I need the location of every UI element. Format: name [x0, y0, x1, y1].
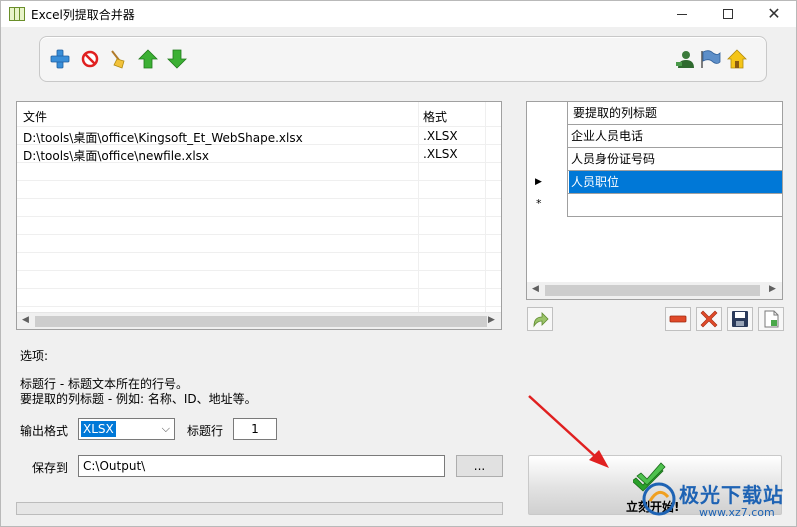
- arrow-down-icon: [167, 49, 187, 69]
- scrollbar-thumb[interactable]: [545, 285, 760, 296]
- help-text-column-titles: 要提取的列标题 - 例如: 名称、ID、地址等。: [20, 392, 257, 406]
- output-format-label: 输出格式: [20, 424, 69, 438]
- grid-row-selected[interactable]: ▶ 人员职位: [527, 171, 782, 194]
- close-icon: ✕: [767, 4, 781, 23]
- grid-row[interactable]: 人员身份证号码: [527, 148, 782, 171]
- home-button[interactable]: [726, 48, 748, 70]
- move-up-button[interactable]: [137, 48, 159, 70]
- progress-bar: [16, 502, 503, 515]
- home-icon: [727, 49, 747, 69]
- output-format-value: XLSX: [81, 421, 116, 437]
- watermark-logo-icon: [642, 482, 676, 516]
- scrollbar-thumb[interactable]: [35, 316, 487, 327]
- move-down-button[interactable]: [166, 48, 188, 70]
- close-button[interactable]: ✕: [751, 1, 797, 27]
- grid-column-header[interactable]: 要提取的列标题: [569, 102, 782, 124]
- save-list-button[interactable]: [727, 307, 753, 331]
- column-header-file[interactable]: 文件: [23, 108, 47, 125]
- redo-arrow-icon: [533, 312, 549, 328]
- output-format-select[interactable]: XLSX ⌵: [78, 418, 175, 440]
- empty-row: [17, 271, 501, 289]
- floppy-disk-icon: [732, 311, 748, 327]
- grid-horizontal-scrollbar[interactable]: ◀ ▶: [527, 282, 782, 299]
- title-bar: Excel列提取合并器 ✕: [1, 1, 796, 27]
- row-header[interactable]: ▶: [527, 171, 568, 194]
- save-to-label: 保存到: [32, 461, 69, 475]
- clear-list-button[interactable]: [107, 48, 129, 70]
- row-header[interactable]: [527, 125, 568, 148]
- empty-row: [17, 289, 501, 307]
- file-path-cell: D:\tools\桌面\office\Kingsoft_Et_WebShape.…: [23, 131, 303, 145]
- output-path-input[interactable]: C:\Output\: [78, 455, 445, 477]
- flag-icon: [701, 50, 721, 68]
- file-list-table[interactable]: 文件 格式 D:\tools\桌面\office\Kingsoft_Et_Web…: [16, 101, 502, 330]
- grid-new-row[interactable]: *: [527, 194, 782, 217]
- chevron-down-icon: ⌵: [161, 422, 170, 435]
- scroll-left-icon[interactable]: ◀: [532, 284, 539, 294]
- header-row-input[interactable]: 1: [233, 418, 277, 440]
- broom-icon: [111, 50, 125, 69]
- table-row[interactable]: D:\tools\桌面\office\Kingsoft_Et_WebShape.…: [17, 127, 501, 145]
- window-title: Excel列提取合并器: [31, 7, 135, 22]
- file-format-cell: .XLSX: [423, 147, 458, 161]
- minimize-button[interactable]: [659, 1, 705, 27]
- column-titles-grid[interactable]: 要提取的列标题 企业人员电话 人员身份证号码 ▶ 人员职位 * ◀ ▶: [526, 101, 783, 300]
- column-header-format[interactable]: 格式: [423, 108, 447, 125]
- current-row-icon: ▶: [535, 177, 542, 187]
- empty-row: [17, 199, 501, 217]
- remove-row-button[interactable]: [665, 307, 691, 331]
- scroll-left-icon[interactable]: ◀: [22, 315, 29, 325]
- browse-button[interactable]: ...: [456, 455, 503, 477]
- load-list-button[interactable]: [758, 307, 784, 331]
- watermark: 极光下载站 www.xz7.com: [641, 479, 791, 523]
- no-entry-icon: [81, 50, 99, 68]
- file-path-cell: D:\tools\桌面\office\newfile.xlsx: [23, 149, 210, 163]
- table-row[interactable]: D:\tools\桌面\office\newfile.xlsx .XLSX: [17, 145, 501, 163]
- user-icon: [676, 51, 694, 68]
- grid-cell[interactable]: 人员职位: [569, 171, 782, 193]
- empty-row: [17, 217, 501, 235]
- watermark-url: www.xz7.com: [699, 506, 775, 519]
- grid-cell-empty[interactable]: [569, 194, 782, 216]
- empty-row: [17, 163, 501, 181]
- row-header[interactable]: [527, 148, 568, 171]
- delete-all-button[interactable]: [696, 307, 722, 331]
- flag-button[interactable]: [699, 48, 721, 70]
- user-button[interactable]: [674, 48, 696, 70]
- scroll-right-icon[interactable]: ▶: [769, 284, 776, 294]
- grid-row[interactable]: 企业人员电话: [527, 125, 782, 148]
- maximize-icon: [723, 9, 733, 19]
- grid-cell[interactable]: 人员身份证号码: [569, 148, 782, 170]
- watermark-text: 极光下载站: [679, 483, 784, 507]
- row-header[interactable]: *: [527, 194, 568, 217]
- app-grid-icon: [9, 7, 25, 21]
- empty-row: [17, 181, 501, 199]
- app-window: Excel列提取合并器 ✕ 文件 格式 D:\tools\桌面\office\K…: [0, 0, 797, 527]
- options-title: 选项:: [20, 349, 49, 363]
- remove-file-button[interactable]: [79, 48, 101, 70]
- header-row-label: 标题行: [187, 424, 224, 438]
- document-icon: [764, 310, 779, 328]
- empty-row: [17, 235, 501, 253]
- new-row-icon: *: [536, 197, 542, 210]
- minimize-icon: [677, 13, 687, 15]
- add-file-button[interactable]: [49, 48, 71, 70]
- table-header-row: 文件 格式: [17, 102, 501, 127]
- horizontal-scrollbar[interactable]: ◀ ▶: [17, 312, 501, 329]
- arrow-up-icon: [138, 49, 158, 69]
- import-button[interactable]: [527, 307, 553, 331]
- minus-icon: [669, 315, 687, 323]
- row-header-corner: [527, 102, 568, 125]
- scroll-right-icon[interactable]: ▶: [488, 315, 495, 325]
- pointer-arrow-icon: [528, 395, 609, 468]
- file-format-cell: .XLSX: [423, 129, 458, 143]
- plus-icon: [50, 49, 70, 69]
- grid-cell[interactable]: 企业人员电话: [569, 125, 782, 147]
- x-icon: [700, 310, 718, 328]
- grid-header-row: 要提取的列标题: [527, 102, 782, 125]
- toolbar: [39, 36, 767, 82]
- maximize-button[interactable]: [705, 1, 751, 27]
- empty-row: [17, 253, 501, 271]
